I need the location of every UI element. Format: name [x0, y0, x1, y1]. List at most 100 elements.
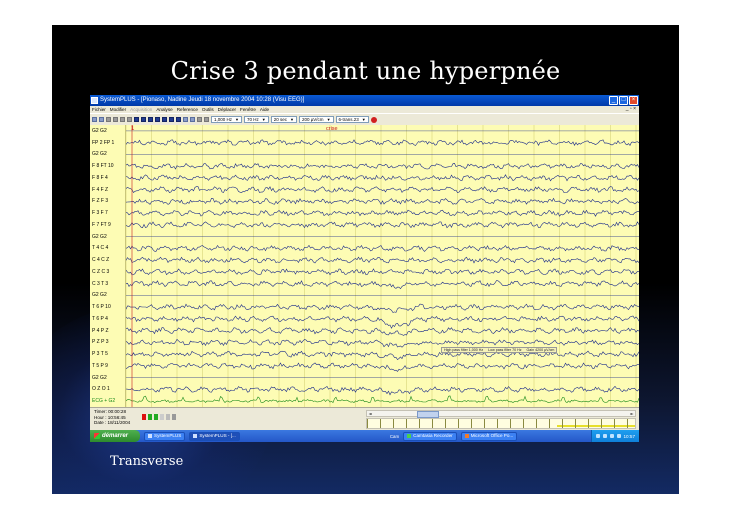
taskbar-item-systemplus-eeg[interactable]: SystemPLUS - [... [189, 431, 240, 441]
eeg-trace [126, 139, 639, 146]
start-button[interactable]: démarrer [90, 430, 140, 442]
scroll-right-icon[interactable]: ► [629, 411, 635, 416]
last-page-icon[interactable] [176, 117, 181, 122]
security-icon[interactable] [616, 434, 621, 438]
mdi-window-controls[interactable]: _ ▫ × [626, 106, 636, 113]
recording-overview[interactable] [366, 418, 636, 429]
lowpass-select[interactable]: 70 Hz ▼ [243, 116, 269, 123]
fast-forward-icon[interactable] [169, 117, 174, 122]
gain-select[interactable]: 200 µV/cm ▼ [298, 116, 334, 123]
video-icon[interactable] [190, 117, 195, 122]
taskbar-item-powerpoint[interactable]: Microsoft Office Po... [460, 431, 518, 441]
channel-label[interactable]: F 3 F 7 [92, 210, 108, 216]
event-label: crise [326, 126, 338, 132]
maximize-button[interactable]: □ [619, 96, 628, 105]
settings-icon[interactable] [204, 117, 209, 122]
back-icon[interactable] [148, 117, 153, 122]
menu-item-0[interactable]: Fichier [92, 106, 106, 113]
channel-label[interactable]: P 3 T 5 [92, 351, 108, 357]
menu-item-7[interactable]: Fenêtre [240, 106, 256, 113]
overview-tick [445, 419, 446, 428]
overview-tick [471, 419, 472, 428]
overview-tick [536, 419, 537, 428]
fast-back-icon[interactable] [141, 117, 146, 122]
language-icon[interactable] [595, 434, 600, 438]
channel-label[interactable]: T 6 P 10 [92, 304, 111, 310]
channel-label[interactable]: G2 G2 [92, 292, 107, 298]
play-icon[interactable] [155, 117, 160, 122]
first-page-icon[interactable] [134, 117, 139, 122]
save-icon[interactable] [99, 117, 104, 122]
channel-label[interactable]: G2 G2 [92, 128, 107, 134]
paste-icon[interactable] [127, 117, 132, 122]
cut-icon[interactable] [113, 117, 118, 122]
channel-label[interactable]: G2 G2 [92, 151, 107, 157]
green-flag-icon[interactable] [148, 414, 152, 420]
horizontal-scrollbar[interactable]: ◄ ► [366, 410, 636, 418]
eeg-trace [126, 362, 639, 372]
channel-label[interactable]: T 4 C 4 [92, 245, 108, 251]
eeg-traces[interactable] [126, 125, 639, 407]
channel-label[interactable]: C 4 C Z [92, 257, 109, 263]
channel-label[interactable]: F 7 FT 9 [92, 222, 111, 228]
copy-icon[interactable] [120, 117, 125, 122]
montage-icon[interactable] [183, 117, 188, 122]
overview-tick [601, 419, 602, 428]
montage-select[interactable]: 6-trans.23 ▼ [335, 116, 369, 123]
eeg-trace [126, 221, 639, 229]
overview-tick [432, 419, 433, 428]
channel-label[interactable]: F Z F 3 [92, 198, 108, 204]
timebase-select[interactable]: 20 sec ▼ [270, 116, 297, 123]
windows-logo-icon [94, 433, 100, 439]
chevron-down-icon: ▼ [289, 117, 294, 122]
print-icon[interactable] [106, 117, 111, 122]
channel-label[interactable]: FP 2 FP 1 [92, 140, 114, 146]
channel-label[interactable]: O Z O 1 [92, 386, 110, 392]
eeg-trace [126, 244, 639, 252]
channel-label[interactable]: T 6 P 4 [92, 316, 108, 322]
channel-label[interactable]: F 8 F 4 [92, 175, 108, 181]
menu-item-3[interactable]: Analyse [156, 106, 172, 113]
network-icon[interactable] [602, 434, 607, 438]
highpass-select[interactable]: 1,000 Hz ▼ [211, 116, 242, 123]
close-button[interactable]: × [629, 96, 638, 105]
channel-label[interactable]: T 5 P 9 [92, 363, 108, 369]
tool-icon[interactable] [172, 414, 176, 420]
stop-icon[interactable] [370, 116, 377, 123]
channel-label[interactable]: C 3 T 3 [92, 281, 108, 287]
window-titlebar[interactable]: SystemPLUS - [Pionaso, Nadine Jeudi 18 n… [90, 95, 639, 106]
forward-icon[interactable] [162, 117, 167, 122]
channel-label[interactable]: G2 G2 [92, 234, 107, 240]
menu-item-1[interactable]: Modifier [110, 106, 126, 113]
menu-item-8[interactable]: Aide [260, 106, 269, 113]
red-flag-icon[interactable] [142, 414, 146, 420]
channel-label[interactable]: P 4 P Z [92, 328, 109, 334]
zoom-icon[interactable] [197, 117, 202, 122]
chevron-down-icon: ▼ [261, 117, 266, 122]
pin-icon[interactable] [166, 414, 170, 420]
menu-item-2[interactable]: Acquisition [130, 106, 152, 113]
green-flag-icon[interactable] [154, 414, 158, 420]
volume-icon[interactable] [609, 434, 614, 438]
channel-label[interactable]: C Z C 3 [92, 269, 109, 275]
chevron-down-icon: ▼ [235, 117, 239, 122]
menu-item-5[interactable]: Outils [202, 106, 214, 113]
scroll-thumb[interactable] [417, 411, 439, 418]
eeg-trace [126, 395, 639, 404]
channel-label[interactable]: F 4 F Z [92, 187, 108, 193]
menu-item-4[interactable]: Reference [177, 106, 198, 113]
pin-icon[interactable] [160, 414, 164, 420]
channel-label[interactable]: ECG + G2 [92, 398, 115, 404]
taskbar-item-systemplus[interactable]: SystemPLUS [144, 431, 186, 441]
eeg-display[interactable]: G2 G2 FP 2 FP 1 G2 G2 F 8 FT 10 F 8 F 4 F 4 F… [90, 125, 639, 407]
minimize-button[interactable]: _ [609, 96, 618, 105]
channel-label[interactable]: P Z P 3 [92, 339, 109, 345]
channel-label[interactable]: G2 G2 [92, 375, 107, 381]
taskbar-item-camtasia[interactable]: Camtasia Recorder [403, 431, 457, 441]
menu-item-6[interactable]: Déplacer [218, 106, 236, 113]
channel-label[interactable]: F 8 FT 10 [92, 163, 114, 169]
event-marker[interactable]: 1 [131, 126, 134, 132]
open-file-icon[interactable] [92, 117, 97, 122]
scroll-left-icon[interactable]: ◄ [367, 411, 373, 416]
overview-tick [510, 419, 511, 428]
